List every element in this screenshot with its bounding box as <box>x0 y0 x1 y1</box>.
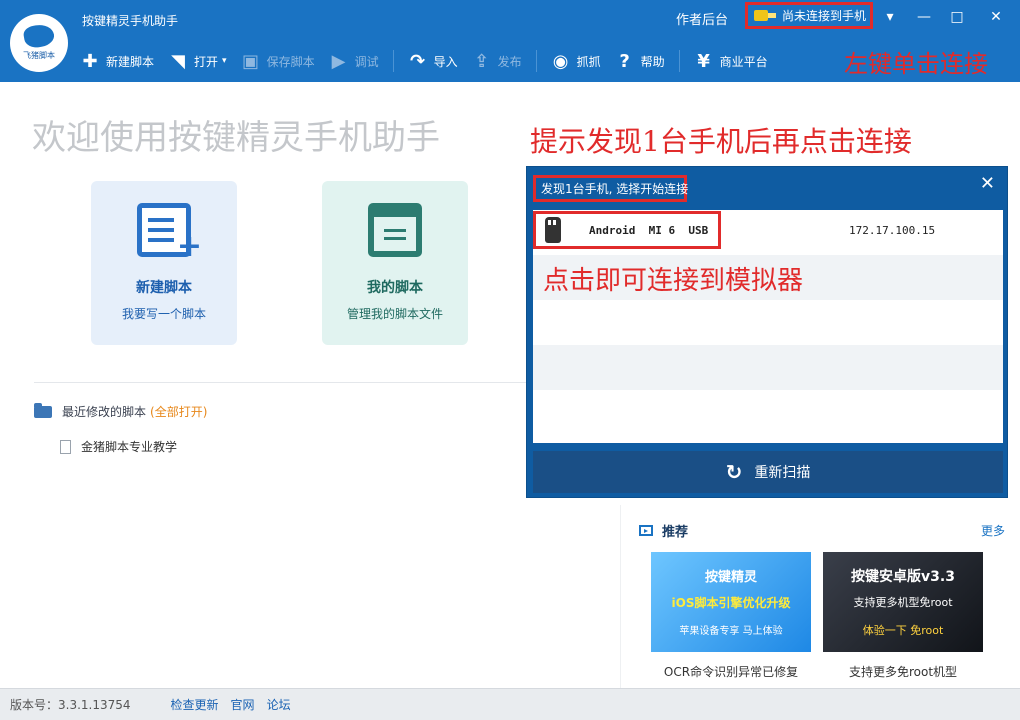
chevron-down-icon: ▾ <box>222 56 227 66</box>
banner-caption[interactable]: 支持更多免root机型 <box>823 663 983 680</box>
plus-icon: ✚ <box>82 50 98 72</box>
banner-tagline: 苹果设备专享 马上体验 <box>679 626 783 637</box>
yen-bag-icon: ¥ <box>697 50 710 72</box>
open-button[interactable]: ◥ 打开 ▾ <box>168 45 227 77</box>
connect-status-label: 尚未连接到手机 <box>782 9 867 23</box>
open-all-link[interactable]: (全部打开) <box>150 403 207 420</box>
connect-phone-button[interactable]: 尚未连接到手机 <box>745 2 873 29</box>
more-link[interactable]: 更多 <box>981 522 1005 539</box>
minimize-icon[interactable]: — <box>913 6 935 28</box>
forum-link[interactable]: 论坛 <box>267 696 291 713</box>
publish-icon: ⇪ <box>474 50 490 72</box>
my-scripts-card[interactable]: 我的脚本 管理我的脚本文件 <box>322 181 468 345</box>
rescan-button[interactable]: ↻ 重新扫描 <box>533 451 1003 493</box>
banner-caption[interactable]: OCR命令识别异常已修复 <box>651 663 811 680</box>
banner-headline: iOS脚本引擎优化升级 <box>671 596 791 610</box>
debug-button[interactable]: ▶ 调试 <box>329 45 379 77</box>
new-document-icon <box>137 203 202 264</box>
folder-open-icon: ◥ <box>171 50 185 72</box>
status-bar: 版本号：3.3.1.13754 检查更新 官网 论坛 <box>0 688 1020 720</box>
ios-engine-banner[interactable]: 按键精灵 iOS脚本引擎优化升级 苹果设备专享 马上体验 <box>651 552 811 652</box>
recent-scripts-header: 最近修改的脚本 (全部打开) <box>34 402 207 420</box>
device-list: Android MI 6 USB 172.17.100.15 点击即可连接到模拟… <box>533 210 1003 443</box>
list-row-empty <box>533 390 1003 435</box>
banner-headline: 支持更多机型免root <box>853 596 953 609</box>
website-link[interactable]: 官网 <box>231 696 255 713</box>
usb-icon <box>754 10 776 21</box>
camera-icon: ◉ <box>552 50 569 72</box>
script-window-icon <box>368 203 422 257</box>
app-title: 按键精灵手机助手 <box>82 14 179 28</box>
card-subtitle: 我要写一个脚本 <box>121 307 206 321</box>
play-icon: ▶ <box>331 50 346 72</box>
menu-dropdown-icon[interactable]: ▾ <box>879 6 901 28</box>
pig-logo-icon <box>22 22 56 50</box>
dialog-close-icon[interactable]: ✕ <box>980 173 995 194</box>
recent-scripts-label: 最近修改的脚本 <box>62 405 147 419</box>
close-icon[interactable]: ✕ <box>985 6 1007 28</box>
recommend-panel: 推荐 更多 按键精灵 iOS脚本引擎优化升级 苹果设备专享 马上体验 按键安卓版… <box>620 505 1020 688</box>
new-script-button[interactable]: ✚ 新建脚本 <box>80 45 154 77</box>
author-backend-link[interactable]: 作者后台 <box>676 9 728 28</box>
device-name: Android MI 6 USB <box>589 223 709 237</box>
banner-tagline: 体验一下 免root <box>862 624 944 637</box>
help-icon: ? <box>619 50 630 72</box>
app-logo: 飞猪脚本 <box>10 14 68 72</box>
card-title: 我的脚本 <box>367 280 423 296</box>
video-monitor-icon <box>639 525 653 536</box>
toolbar-separator <box>678 50 680 72</box>
android-v33-banner[interactable]: 按键安卓版v3.3 支持更多机型免root 体验一下 免root <box>823 552 983 652</box>
device-discovery-dialog: 发现1台手机, 选择开始连接 ✕ Android MI 6 USB 172.17… <box>526 166 1008 498</box>
card-title: 新建脚本 <box>136 280 192 296</box>
list-row-empty <box>533 300 1003 345</box>
folder-icon <box>34 402 52 418</box>
banner-title: 按键安卓版v3.3 <box>851 569 955 585</box>
business-platform-button[interactable]: ¥ 商业平台 <box>694 45 767 77</box>
capture-button[interactable]: ◉ 抓抓 <box>551 45 601 77</box>
main-toolbar: ✚ 新建脚本 ◥ 打开 ▾ ▣ 保存脚本 ▶ 调试 ↷ 导入 ⇪ 发布 ◉ 抓抓 ? 帮助 ¥ 商业… <box>80 44 782 78</box>
save-icon: ▣ <box>242 50 260 72</box>
toolbar-separator <box>392 50 394 72</box>
banner-title: 按键精灵 <box>704 570 757 585</box>
refresh-icon: ↻ <box>725 460 743 484</box>
annotation-click-to-connect: 点击即可连接到模拟器 <box>543 266 804 296</box>
device-highlight: Android MI 6 USB <box>533 211 721 249</box>
import-button[interactable]: ↷ 导入 <box>408 45 458 77</box>
welcome-heading: 欢迎使用按键精灵手机助手 <box>32 118 440 158</box>
publish-button[interactable]: ⇪ 发布 <box>472 45 522 77</box>
toolbar-separator <box>535 50 537 72</box>
import-icon: ↷ <box>410 50 426 72</box>
annotation-left-click-connect: 左键单击连接 <box>844 50 988 78</box>
device-row[interactable]: Android MI 6 USB 172.17.100.15 <box>533 210 1003 255</box>
version-label: 版本号：3.3.1.13754 <box>10 698 131 712</box>
maximize-icon[interactable]: □ <box>946 6 968 28</box>
device-ip: 172.17.100.15 <box>849 224 936 237</box>
check-update-link[interactable]: 检查更新 <box>171 696 219 713</box>
new-script-card[interactable]: 新建脚本 我要写一个脚本 <box>91 181 237 345</box>
recent-script-item[interactable]: 金猪脚本专业教学 <box>60 438 177 455</box>
script-file-icon <box>60 439 71 454</box>
card-subtitle: 管理我的脚本文件 <box>346 307 443 321</box>
list-row-empty <box>533 345 1003 390</box>
dialog-title: 发现1台手机, 选择开始连接 <box>533 175 688 202</box>
usb-phone-icon <box>545 217 561 243</box>
recommend-header: 推荐 <box>639 521 688 540</box>
logo-text: 飞猪脚本 <box>23 51 55 60</box>
annotation-found-phone: 提示发现1台手机后再点击连接 <box>530 125 912 158</box>
help-button[interactable]: ? 帮助 <box>615 45 664 77</box>
save-script-button[interactable]: ▣ 保存脚本 <box>241 45 315 77</box>
